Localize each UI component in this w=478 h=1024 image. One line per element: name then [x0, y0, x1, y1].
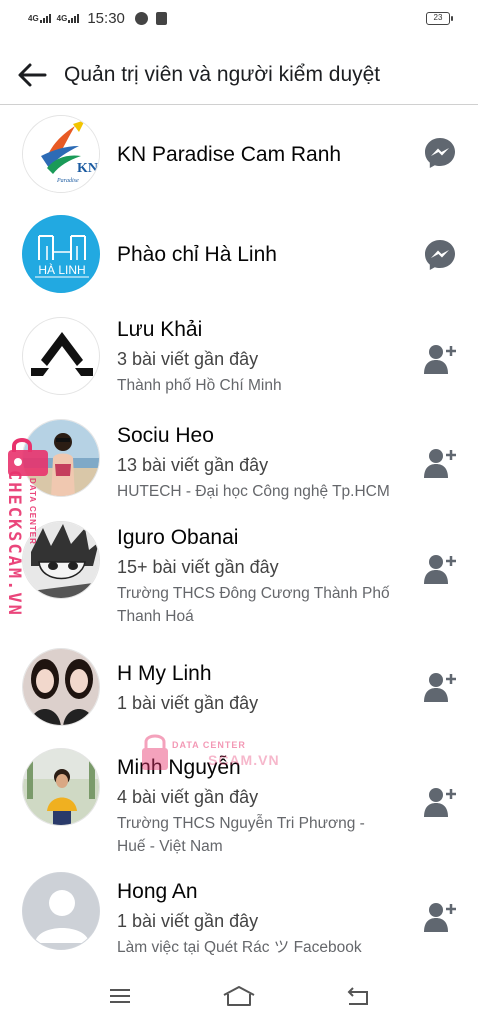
add-friend-button[interactable]: [420, 339, 460, 379]
member-name[interactable]: Iguro Obanai: [117, 526, 417, 550]
avatar[interactable]: [22, 872, 100, 950]
add-friend-icon: [424, 449, 456, 478]
ha-linh-logo: HÀ LINH: [23, 216, 99, 292]
member-info: Phào chỉ Hà Linh: [117, 243, 417, 267]
member-detail: HUTECH - Đại học Công nghệ Tp.HCM: [117, 483, 390, 500]
header: Quản trị viên và người kiểm duyệt: [0, 46, 478, 104]
menu-button[interactable]: [96, 976, 144, 1016]
member-name[interactable]: Sociu Heo: [117, 424, 417, 448]
add-friend-icon: [424, 345, 456, 374]
list-item[interactable]: Hong An 1 bài viết gần đây Làm việc tại …: [0, 869, 478, 973]
messenger-notification-icon: [134, 11, 148, 25]
recent-posts: 15+ bài viết gần đây: [117, 557, 279, 577]
avatar[interactable]: [22, 317, 100, 395]
add-friend-button[interactable]: [420, 897, 460, 937]
signal-icon-2: 4G: [56, 13, 80, 23]
list-item[interactable]: Sociu Heo 13 bài viết gần đây HUTECH - Đ…: [0, 413, 478, 515]
recent-posts: 1 bài viết gần đây: [117, 911, 259, 931]
return-icon: [347, 987, 369, 1005]
watermark-side-small: DATA CENTER: [28, 478, 37, 545]
messenger-icon: [425, 240, 455, 270]
recent-posts: 4 bài viết gần đây: [117, 787, 259, 807]
member-info: Minh Nguyễn 4 bài viết gần đây Trường TH…: [117, 756, 417, 858]
member-name[interactable]: Phào chỉ Hà Linh: [117, 243, 417, 267]
recent-posts: 1 bài viết gần đây: [117, 693, 259, 713]
home-icon: [223, 986, 255, 1006]
add-friend-icon: [424, 903, 456, 932]
list-item[interactable]: KN Paradise KN Paradise Cam Ranh: [0, 105, 478, 205]
member-name[interactable]: Lưu Khải: [117, 318, 417, 342]
back-arrow-icon: [18, 63, 47, 87]
list-item[interactable]: Lưu Khải 3 bài viết gần đây Thành phố Hồ…: [0, 305, 478, 413]
watermark-side-text: CHECKSCAM.VN: [4, 470, 24, 617]
default-avatar-icon: [23, 873, 99, 949]
member-detail: Làm việc tại Quét Rác ツ Facebook: [117, 939, 362, 956]
triangle-logo-avatar: [31, 332, 93, 376]
avatar[interactable]: KN Paradise: [22, 115, 100, 193]
add-friend-button[interactable]: [420, 667, 460, 707]
list-item[interactable]: Iguro Obanai 15+ bài viết gần đây Trường…: [0, 515, 478, 645]
member-info: Iguro Obanai 15+ bài viết gần đây Trường…: [117, 526, 417, 628]
svg-text:KN: KN: [77, 161, 98, 176]
member-info: Sociu Heo 13 bài viết gần đây HUTECH - Đ…: [117, 424, 417, 503]
recent-posts: 13 bài viết gần đây: [117, 455, 269, 475]
network-type-2: 4G: [56, 13, 68, 23]
add-friend-button[interactable]: [420, 443, 460, 483]
member-name[interactable]: Hong An: [117, 880, 417, 904]
list-item[interactable]: HÀ LINH Phào chỉ Hà Linh: [0, 205, 478, 305]
add-friend-icon: [424, 788, 456, 817]
mic-notification-icon: [155, 11, 167, 25]
member-name[interactable]: H My Linh: [117, 662, 417, 686]
battery-icon: 23: [426, 12, 453, 25]
messenger-icon: [425, 138, 455, 168]
member-detail: Trường THCS Đông Cương Thành Phố Thanh H…: [117, 585, 390, 625]
status-time: 15:30: [87, 9, 125, 27]
system-nav-bar: [0, 968, 478, 1024]
svg-text:HÀ LINH: HÀ LINH: [38, 262, 85, 277]
member-info: Lưu Khải 3 bài viết gần đây Thành phố Hồ…: [117, 318, 417, 397]
back-button[interactable]: [2, 49, 62, 101]
network-type-1: 4G: [28, 13, 39, 23]
member-name[interactable]: KN Paradise Cam Ranh: [117, 143, 417, 167]
member-info: H My Linh 1 bài viết gần đây: [117, 662, 417, 714]
kn-paradise-logo: KN Paradise: [23, 116, 99, 192]
avatar[interactable]: [22, 648, 100, 726]
list-item[interactable]: H My Linh 1 bài viết gần đây: [0, 645, 478, 745]
watermark-center-small: DATA CENTER: [172, 740, 246, 750]
add-friend-button[interactable]: [420, 782, 460, 822]
back-nav-button[interactable]: [334, 976, 382, 1016]
member-info: Hong An 1 bài viết gần đây Làm việc tại …: [117, 880, 417, 959]
add-friend-icon: [424, 673, 456, 702]
signal-icon: 4G: [28, 13, 51, 23]
photo-avatar: [23, 749, 99, 825]
svg-text:Paradise: Paradise: [56, 178, 79, 184]
status-bar: 4G 4G 15:30 23: [0, 0, 478, 36]
menu-icon: [109, 989, 130, 1003]
watermark-center-text: SCAM.VN: [208, 752, 280, 768]
member-detail: Trường THCS Nguyễn Tri Phương - Huế - Vi…: [117, 815, 365, 855]
member-info: KN Paradise Cam Ranh: [117, 143, 417, 167]
message-button[interactable]: [420, 133, 460, 173]
home-button[interactable]: [215, 976, 263, 1016]
add-friend-button[interactable]: [420, 549, 460, 589]
member-detail: Thành phố Hồ Chí Minh: [117, 377, 282, 394]
status-left: 4G 4G 15:30: [28, 10, 167, 27]
page-title: Quản trị viên và người kiểm duyệt: [64, 63, 381, 86]
add-friend-icon: [424, 555, 456, 584]
avatar[interactable]: HÀ LINH: [22, 215, 100, 293]
message-button[interactable]: [420, 235, 460, 275]
photo-avatar: [23, 649, 99, 725]
avatar[interactable]: [22, 748, 100, 826]
recent-posts: 3 bài viết gần đây: [117, 349, 259, 369]
